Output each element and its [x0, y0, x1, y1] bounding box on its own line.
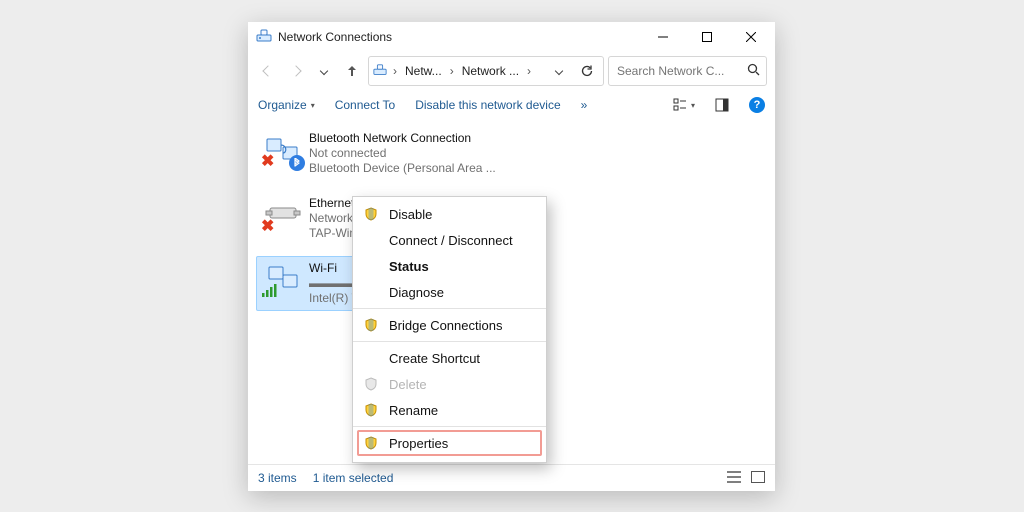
- connection-item-bluetooth[interactable]: ✖ Bluetooth Network Connection Not conne…: [256, 126, 510, 181]
- connection-name: Bluetooth Network Connection: [309, 131, 496, 146]
- search-input[interactable]: [615, 63, 741, 79]
- error-icon: ✖: [261, 151, 274, 171]
- selection-count: 1 item selected: [313, 471, 394, 485]
- history-dropdown[interactable]: [312, 59, 336, 83]
- help-button[interactable]: ?: [749, 97, 765, 113]
- menu-item-rename[interactable]: Rename: [353, 397, 546, 423]
- context-menu: Disable Connect / Disconnect Status Diag…: [352, 196, 547, 463]
- control-panel-icon: [373, 63, 387, 80]
- details-view-button[interactable]: [727, 471, 741, 486]
- error-icon: ✖: [261, 216, 274, 236]
- refresh-button[interactable]: [575, 59, 599, 83]
- adapter-icon: [263, 261, 303, 299]
- up-button[interactable]: [340, 59, 364, 83]
- shield-icon: [363, 317, 379, 333]
- back-button[interactable]: [256, 59, 280, 83]
- menu-item-create-shortcut[interactable]: Create Shortcut: [353, 345, 546, 371]
- menu-item-disable[interactable]: Disable: [353, 201, 546, 227]
- menu-separator: [353, 308, 546, 309]
- connection-device: Bluetooth Device (Personal Area ...: [309, 161, 496, 176]
- more-commands[interactable]: »: [581, 98, 588, 112]
- chevron-right-icon[interactable]: ›: [391, 64, 399, 78]
- forward-button[interactable]: [284, 59, 308, 83]
- breadcrumb[interactable]: Netw...: [403, 64, 444, 78]
- shield-icon: [363, 402, 379, 418]
- organize-menu[interactable]: Organize ▾: [258, 98, 315, 112]
- minimize-button[interactable]: [641, 22, 685, 52]
- menu-item-connect[interactable]: Connect / Disconnect: [353, 227, 546, 253]
- menu-separator: [353, 341, 546, 342]
- shield-icon: [363, 376, 379, 392]
- item-count: 3 items: [258, 471, 297, 485]
- window-title: Network Connections: [278, 30, 641, 44]
- navigation-bar: › Netw... › Network ... ›: [248, 52, 775, 90]
- menu-separator: [353, 426, 546, 427]
- shield-icon: [363, 435, 379, 451]
- connection-status: Not connected: [309, 146, 496, 161]
- chevron-right-icon[interactable]: ›: [525, 64, 533, 78]
- breadcrumb[interactable]: Network ...: [460, 64, 521, 78]
- tiles-view-button[interactable]: [751, 471, 765, 486]
- close-button[interactable]: [729, 22, 773, 52]
- connect-to-button[interactable]: Connect To: [335, 98, 396, 112]
- maximize-button[interactable]: [685, 22, 729, 52]
- menu-item-bridge[interactable]: Bridge Connections: [353, 312, 546, 338]
- view-options[interactable]: ▾: [673, 98, 695, 112]
- disable-device-button[interactable]: Disable this network device: [415, 98, 560, 112]
- shield-icon: [363, 206, 379, 222]
- preview-pane-button[interactable]: [715, 98, 729, 112]
- adapter-icon: ✖: [263, 196, 303, 234]
- wifi-signal-icon: [261, 284, 277, 301]
- bluetooth-icon: [289, 155, 305, 171]
- command-bar: Organize ▾ Connect To Disable this netwo…: [248, 90, 775, 120]
- address-dropdown[interactable]: [547, 59, 571, 83]
- search-icon[interactable]: [747, 63, 760, 79]
- search-box[interactable]: [608, 56, 767, 86]
- menu-item-diagnose[interactable]: Diagnose: [353, 279, 546, 305]
- adapter-icon: ✖: [263, 131, 303, 169]
- app-icon: [256, 28, 272, 47]
- menu-item-status[interactable]: Status: [353, 253, 546, 279]
- titlebar: Network Connections: [248, 22, 775, 52]
- address-bar[interactable]: › Netw... › Network ... ›: [368, 56, 604, 86]
- status-bar: 3 items 1 item selected: [248, 464, 775, 491]
- menu-item-delete: Delete: [353, 371, 546, 397]
- chevron-right-icon[interactable]: ›: [448, 64, 456, 78]
- menu-item-properties[interactable]: Properties: [357, 430, 542, 456]
